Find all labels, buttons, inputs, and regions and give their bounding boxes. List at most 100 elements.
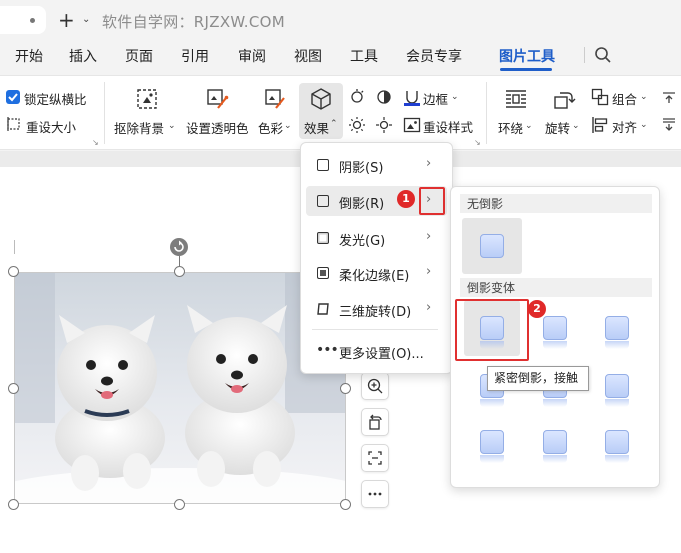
rotate-handle-icon[interactable] <box>170 238 188 256</box>
resize-handle-bottom-right[interactable] <box>340 499 351 510</box>
color-icon[interactable] <box>262 86 288 112</box>
remove-background-icon[interactable] <box>134 86 160 112</box>
group-objects-icon[interactable] <box>591 88 609 110</box>
wrap-text-icon[interactable] <box>503 86 529 112</box>
chevron-down-icon[interactable]: ⌄ <box>451 92 459 102</box>
sun-up-icon[interactable] <box>375 116 393 138</box>
reflection-variant-6[interactable] <box>605 374 629 398</box>
reset-style-icon[interactable] <box>403 116 421 138</box>
menu-bar <box>0 40 681 72</box>
rotate-button[interactable]: 旋转 <box>545 118 570 137</box>
document-tab[interactable] <box>0 6 46 34</box>
shadow-label: 阴影(S) <box>339 161 384 176</box>
chevron-down-icon[interactable]: ⌄ <box>168 121 176 131</box>
align-button[interactable]: 对齐 <box>612 117 637 136</box>
step-badge-2: 2 <box>528 300 546 318</box>
reflection-variant-9-mirror <box>605 455 629 463</box>
reflection-variant-8[interactable] <box>543 430 567 454</box>
menu-tools[interactable]: 工具 <box>350 46 378 66</box>
resize-handle-bottom[interactable] <box>174 499 185 510</box>
reset-size-button[interactable]: 重设大小 <box>26 117 76 136</box>
reflection-icon <box>317 195 329 207</box>
chevron-down-icon[interactable]: ⌄ <box>82 14 90 25</box>
chevron-down-icon[interactable]: ⌄ <box>572 121 580 131</box>
cube-effects-icon[interactable] <box>308 86 334 112</box>
reset-size-icon[interactable] <box>6 116 22 136</box>
chevron-down-icon[interactable]: ⌄ <box>640 120 648 130</box>
new-tab-plus-icon[interactable]: + <box>58 10 75 30</box>
resize-handle-top[interactable] <box>174 266 185 277</box>
sun-down-icon[interactable] <box>348 116 366 138</box>
chevron-up-icon[interactable]: ⌃ <box>330 119 338 129</box>
reflection-variant-2[interactable] <box>543 316 567 340</box>
resize-handle-bottom-left[interactable] <box>8 499 19 510</box>
highlight-submenu-arrow <box>419 187 445 215</box>
ribbon-divider <box>486 82 487 144</box>
reflection-tooltip: 紧密倒影，接触 <box>487 366 589 391</box>
crop-icon[interactable] <box>361 444 389 472</box>
menu-review[interactable]: 审阅 <box>238 46 266 66</box>
lock-ratio-checkbox[interactable] <box>6 90 20 104</box>
rotate-icon[interactable] <box>550 86 576 112</box>
menu-divider <box>584 47 585 63</box>
3d-rotation-label: 三维旋转(D) <box>339 305 412 320</box>
menu-picture-tools[interactable]: 图片工具 <box>499 46 555 66</box>
rotate-picture-icon[interactable] <box>361 408 389 436</box>
zoom-in-icon[interactable] <box>361 372 389 400</box>
brightness-icon[interactable] <box>348 88 366 110</box>
chevron-right-icon: › <box>426 156 432 171</box>
reflection-variant-9[interactable] <box>605 430 629 454</box>
resize-handle-top-left[interactable] <box>8 266 19 277</box>
more-dots-icon: ••• <box>316 342 339 358</box>
menu-page[interactable]: 页面 <box>125 46 153 66</box>
reflection-variant-2-mirror <box>543 341 567 349</box>
remove-background-button[interactable]: 抠除背景 <box>114 118 164 137</box>
chevron-down-icon[interactable]: ⌄ <box>284 121 292 131</box>
soft-edges-icon <box>317 267 329 279</box>
chevron-right-icon: › <box>426 300 432 315</box>
resize-handle-left[interactable] <box>8 383 19 394</box>
reset-style-button[interactable]: 重设样式 <box>423 117 473 136</box>
menu-home[interactable]: 开始 <box>15 46 43 66</box>
search-icon[interactable] <box>594 46 612 68</box>
wrap-button[interactable]: 环绕 <box>498 118 523 137</box>
chevron-right-icon: › <box>426 264 432 279</box>
reflection-variant-7[interactable] <box>480 430 504 454</box>
chevron-down-icon[interactable]: ⌄ <box>525 121 533 131</box>
ribbon-divider <box>104 82 105 144</box>
reflection-variant-6-mirror <box>605 399 629 407</box>
align-icon[interactable] <box>591 116 609 138</box>
bring-forward-icon[interactable] <box>661 90 677 110</box>
contrast-icon[interactable] <box>375 88 393 110</box>
glow-icon <box>317 232 329 244</box>
shadow-icon <box>317 159 329 171</box>
margin-mark <box>14 240 15 254</box>
color-button[interactable]: 色彩 <box>258 118 283 137</box>
group-expand-icon[interactable]: ↘ <box>92 138 99 147</box>
group-expand-icon[interactable]: ↘ <box>474 138 481 147</box>
effects-button[interactable]: 效果 <box>304 118 329 137</box>
menu-divider <box>312 329 438 330</box>
menu-insert[interactable]: 插入 <box>69 46 97 66</box>
more-options-icon[interactable] <box>361 480 389 508</box>
step-badge-1: 1 <box>397 190 415 208</box>
reflection-variants-heading: 倒影变体 <box>467 281 516 295</box>
reflection-variant-3[interactable] <box>605 316 629 340</box>
selected-picture[interactable] <box>14 272 346 504</box>
menu-reference[interactable]: 引用 <box>181 46 209 66</box>
set-transparent-icon[interactable] <box>204 86 230 112</box>
group-button[interactable]: 组合 <box>612 89 637 108</box>
send-backward-icon[interactable] <box>661 116 677 136</box>
tab-dot-icon <box>30 18 35 23</box>
lock-ratio-label: 锁定纵横比 <box>24 92 87 107</box>
menu-member[interactable]: 会员专享 <box>406 46 462 66</box>
reflection-variant-5-mirror <box>543 399 567 407</box>
more-settings-label: 更多设置(O)... <box>339 347 424 362</box>
border-button[interactable]: 边框 <box>423 89 448 108</box>
no-reflection-preview <box>480 234 504 258</box>
chevron-down-icon[interactable]: ⌄ <box>640 92 648 102</box>
menu-view[interactable]: 视图 <box>294 46 322 66</box>
set-transparent-button[interactable]: 设置透明色 <box>186 118 249 137</box>
resize-handle-right[interactable] <box>340 383 351 394</box>
border-icon[interactable] <box>403 88 421 110</box>
